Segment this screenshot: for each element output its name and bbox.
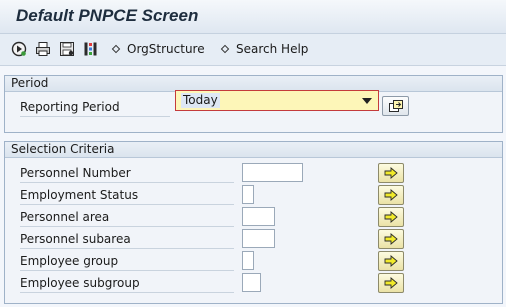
chevron-down-icon[interactable] — [362, 98, 372, 104]
search-help-label: Search Help — [236, 42, 309, 56]
label-underline — [20, 204, 234, 205]
personnel-area-input[interactable] — [242, 207, 275, 226]
orgstructure-label: OrgStructure — [127, 42, 205, 56]
execute-icon[interactable] — [11, 41, 27, 57]
personnel-number-input[interactable] — [242, 163, 303, 182]
label-underline — [20, 292, 234, 293]
employee-subgroup-input[interactable] — [242, 273, 261, 292]
diamond-icon — [111, 44, 121, 54]
personnel-number-multiple-selection-button[interactable] — [378, 163, 404, 183]
personnel-subarea-input[interactable] — [242, 229, 275, 248]
personnel-subarea-multiple-selection-button[interactable] — [378, 229, 404, 249]
arrow-right-icon — [384, 277, 398, 289]
employee-subgroup-label: Employee subgroup — [20, 276, 140, 290]
arrow-right-icon — [384, 233, 398, 245]
reporting-period-dropdown[interactable]: Today — [175, 90, 379, 111]
personnel-area-multiple-selection-button[interactable] — [378, 207, 404, 227]
period-group: Period Reporting Period Today — [4, 75, 503, 133]
employment-status-input[interactable] — [242, 185, 254, 204]
label-underline — [20, 226, 234, 227]
personnel-subarea-label: Personnel subarea — [20, 232, 131, 246]
print-icon[interactable] — [35, 41, 51, 57]
label-underline — [20, 182, 234, 183]
selection-criteria-group: Selection Criteria Personnel Number Empl… — [4, 141, 503, 304]
employee-group-input[interactable] — [242, 251, 254, 270]
diamond-icon — [220, 44, 230, 54]
save-variant-icon[interactable] — [59, 41, 75, 57]
arrow-right-icon — [384, 167, 398, 179]
personnel-number-label: Personnel Number — [20, 166, 131, 180]
layout-icon[interactable] — [83, 41, 99, 57]
employee-group-multiple-selection-button[interactable] — [378, 251, 404, 271]
copy-window-icon — [388, 100, 403, 112]
title-bar: Default PNPCE Screen — [0, 0, 506, 34]
employment-status-multiple-selection-button[interactable] — [378, 185, 404, 205]
employee-group-label: Employee group — [20, 254, 119, 268]
personnel-area-label: Personnel area — [20, 210, 110, 224]
employment-status-label: Employment Status — [20, 188, 139, 202]
label-underline — [20, 248, 234, 249]
period-settings-button[interactable] — [382, 96, 409, 116]
orgstructure-button[interactable]: OrgStructure — [111, 42, 205, 56]
page-title: Default PNPCE Screen — [16, 6, 199, 25]
selection-criteria-header: Selection Criteria — [5, 142, 502, 158]
arrow-right-icon — [384, 255, 398, 267]
label-underline — [20, 116, 170, 117]
reporting-period-label: Reporting Period — [20, 100, 120, 114]
arrow-right-icon — [384, 211, 398, 223]
label-underline — [20, 270, 234, 271]
application-toolbar: OrgStructure Search Help — [0, 34, 506, 66]
search-help-button[interactable]: Search Help — [220, 42, 309, 56]
employee-subgroup-multiple-selection-button[interactable] — [378, 273, 404, 293]
arrow-right-icon — [384, 189, 398, 201]
reporting-period-value: Today — [181, 93, 220, 108]
